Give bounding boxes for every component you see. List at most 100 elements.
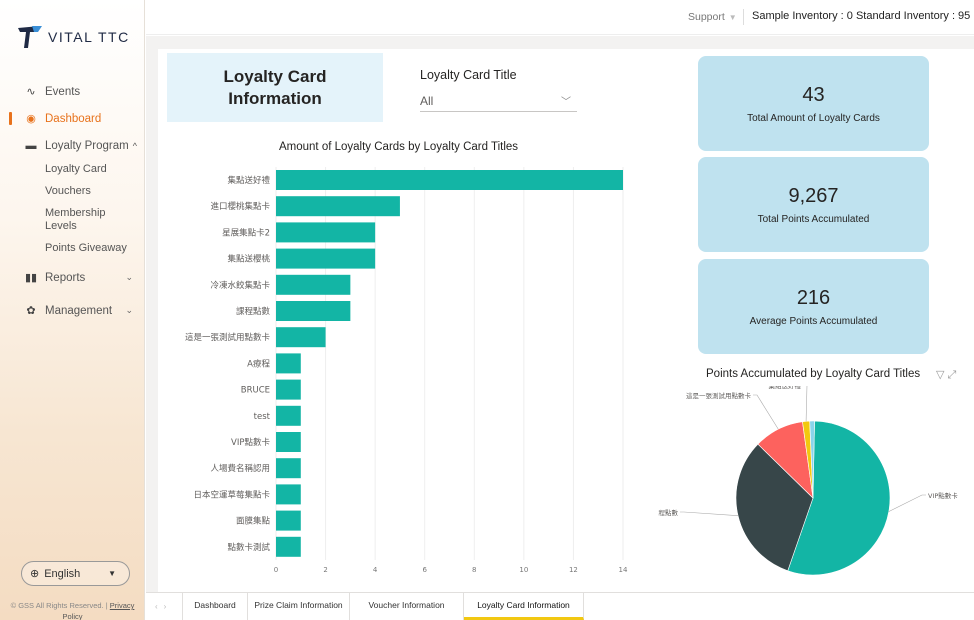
x-tick-label: 4 bbox=[373, 566, 378, 574]
tab-loyalty-card-information[interactable]: Loyalty Card Information bbox=[464, 593, 584, 620]
bar bbox=[276, 405, 301, 426]
kpi-value: 43 bbox=[802, 84, 825, 106]
report-title: Loyalty Card Information bbox=[223, 66, 327, 108]
sidebar-nav: ∿ Events ◉ Dashboard ▬ Loyalty Program ^… bbox=[0, 78, 145, 324]
tab-prize-claim-information[interactable]: Prize Claim Information bbox=[248, 593, 350, 620]
slice-label: 這是一張測試用點數卡 bbox=[686, 391, 752, 400]
sidebar-item-loyalty-program[interactable]: ▬ Loyalty Program ^ bbox=[0, 132, 145, 159]
chevron-up-icon: ^ bbox=[132, 140, 137, 151]
bar bbox=[276, 432, 301, 452]
copyright-footer: © GSS All Rights Reserved. | Privacy Pol… bbox=[0, 600, 145, 620]
language-select[interactable]: ⊕ English ▼ bbox=[21, 561, 130, 586]
bar bbox=[276, 458, 301, 479]
bar bbox=[276, 327, 326, 348]
kpi-label: Total Amount of Loyalty Cards bbox=[747, 113, 880, 124]
page-tabs: ‹› Dashboard Prize Claim Information Vou… bbox=[146, 592, 974, 620]
leader-line bbox=[680, 511, 739, 516]
x-tick-label: 10 bbox=[519, 566, 528, 574]
brand-logo[interactable]: VITAL TTC bbox=[18, 26, 130, 48]
globe-icon: ⊕ bbox=[30, 568, 40, 580]
category-label: VIP點數卡 bbox=[231, 437, 270, 448]
sidebar-subitem-loyalty-card[interactable]: Loyalty Card bbox=[0, 159, 145, 181]
report-area: Loyalty Card Information Loyalty Card Ti… bbox=[146, 36, 974, 592]
sidebar-subitem-membership-levels[interactable]: Membership Levels bbox=[0, 203, 108, 238]
category-label: 這是一張測試用點數卡 bbox=[185, 332, 271, 343]
bar bbox=[276, 248, 376, 269]
divider bbox=[743, 9, 744, 25]
bar-chart-title: Amount of Loyalty Cards by Loyalty Card … bbox=[279, 141, 519, 153]
category-label: 集點送好禮 bbox=[227, 175, 270, 186]
sidebar-item-label: Management bbox=[45, 304, 113, 317]
card-icon: ▬ bbox=[25, 139, 37, 152]
x-tick-label: 8 bbox=[472, 566, 476, 574]
sidebar-item-label: Loyalty Program bbox=[45, 139, 129, 152]
slicer-label: Loyalty Card Title bbox=[420, 68, 517, 82]
kpi-value: 9,267 bbox=[788, 185, 839, 207]
chevron-down-icon: ⌄ bbox=[125, 272, 133, 282]
bar bbox=[276, 301, 351, 321]
brand-name: VITAL TTC bbox=[48, 29, 130, 45]
leader-line bbox=[805, 386, 808, 422]
category-label: 課程點數 bbox=[236, 306, 271, 317]
kpi-average-points: 216 Average Points Accumulated bbox=[698, 259, 929, 354]
tab-scroll-arrows-icon[interactable]: ‹› bbox=[155, 602, 172, 611]
category-label: test bbox=[254, 412, 271, 422]
caret-down-icon: ▼ bbox=[728, 13, 737, 22]
support-menu[interactable]: Support ▼ bbox=[688, 11, 737, 23]
kpi-total-cards: 43 Total Amount of Loyalty Cards bbox=[698, 56, 929, 151]
slice-label: VIP點數卡 bbox=[928, 491, 958, 500]
top-bar: Support ▼ Sample Inventory : 0 Standard I… bbox=[146, 0, 974, 35]
category-label: 集點送櫻桃 bbox=[227, 254, 270, 265]
category-label: 日本空運草莓集點卡 bbox=[193, 489, 270, 500]
language-value: English bbox=[44, 567, 81, 580]
category-label: 進口櫻桃集點卡 bbox=[210, 201, 270, 212]
category-label: 點數卡測試 bbox=[227, 542, 270, 553]
support-label: Support bbox=[688, 11, 725, 23]
tab-voucher-information[interactable]: Voucher Information bbox=[350, 593, 464, 620]
loyalty-card-title-slicer[interactable]: All ﹀ bbox=[420, 90, 577, 112]
filter-icon[interactable]: ▽ bbox=[936, 369, 944, 381]
category-label: BRUCE bbox=[241, 386, 270, 396]
x-tick-label: 0 bbox=[274, 566, 278, 574]
category-label: 人場費名稱認用 bbox=[210, 463, 270, 474]
chevron-down-icon: ﹀ bbox=[561, 97, 571, 108]
bar bbox=[276, 484, 301, 505]
report-canvas: Loyalty Card Information Loyalty Card Ti… bbox=[158, 49, 974, 592]
kpi-label: Total Points Accumulated bbox=[757, 214, 870, 225]
kpi-value: 216 bbox=[796, 287, 831, 309]
sidebar-item-events[interactable]: ∿ Events bbox=[0, 78, 145, 105]
slice-label: 集點送好禮 bbox=[769, 386, 802, 390]
x-tick-label: 6 bbox=[422, 566, 427, 574]
sidebar-item-reports[interactable]: ▮▮ Reports ⌄ bbox=[0, 264, 145, 291]
tab-dashboard[interactable]: Dashboard bbox=[182, 593, 248, 620]
bar bbox=[276, 274, 351, 295]
inventory-status: Sample Inventory : 0 Standard Inventory … bbox=[752, 10, 971, 22]
leader-line bbox=[753, 394, 779, 430]
category-label: A療程 bbox=[247, 358, 270, 369]
copyright-text: © GSS All Rights Reserved. | bbox=[10, 601, 108, 610]
kpi-label: Average Points Accumulated bbox=[749, 316, 878, 327]
bar bbox=[276, 510, 301, 531]
gear-icon: ✿ bbox=[26, 305, 36, 317]
chevron-down-icon: ⌄ bbox=[125, 305, 133, 315]
sidebar-subitem-vouchers[interactable]: Vouchers bbox=[0, 181, 145, 203]
sidebar-item-label: Reports bbox=[45, 271, 86, 284]
x-tick-label: 14 bbox=[619, 566, 628, 574]
slice-label: 課程點數 bbox=[658, 508, 679, 517]
bar bbox=[276, 196, 400, 217]
visual-header-icons: ▽ ⤢ bbox=[936, 368, 956, 382]
sidebar-item-label: Events bbox=[45, 85, 81, 98]
sidebar-item-management[interactable]: ✿ Management ⌄ bbox=[0, 297, 145, 324]
sidebar-subitem-points-giveaway[interactable]: Points Giveaway bbox=[0, 238, 145, 260]
x-tick-label: 12 bbox=[569, 566, 578, 574]
category-label: 冷凍水餃集點卡 bbox=[210, 280, 270, 291]
focus-mode-icon[interactable]: ⤢ bbox=[948, 369, 957, 381]
bar bbox=[276, 170, 623, 190]
bar bbox=[276, 379, 301, 400]
category-label: 面膜集點 bbox=[236, 516, 271, 527]
kpi-total-points: 9,267 Total Points Accumulated bbox=[698, 157, 929, 252]
sidebar-item-dashboard[interactable]: ◉ Dashboard bbox=[0, 105, 145, 132]
bar bbox=[276, 536, 301, 557]
logo-icon bbox=[18, 26, 42, 48]
slicer-value: All bbox=[420, 94, 434, 108]
